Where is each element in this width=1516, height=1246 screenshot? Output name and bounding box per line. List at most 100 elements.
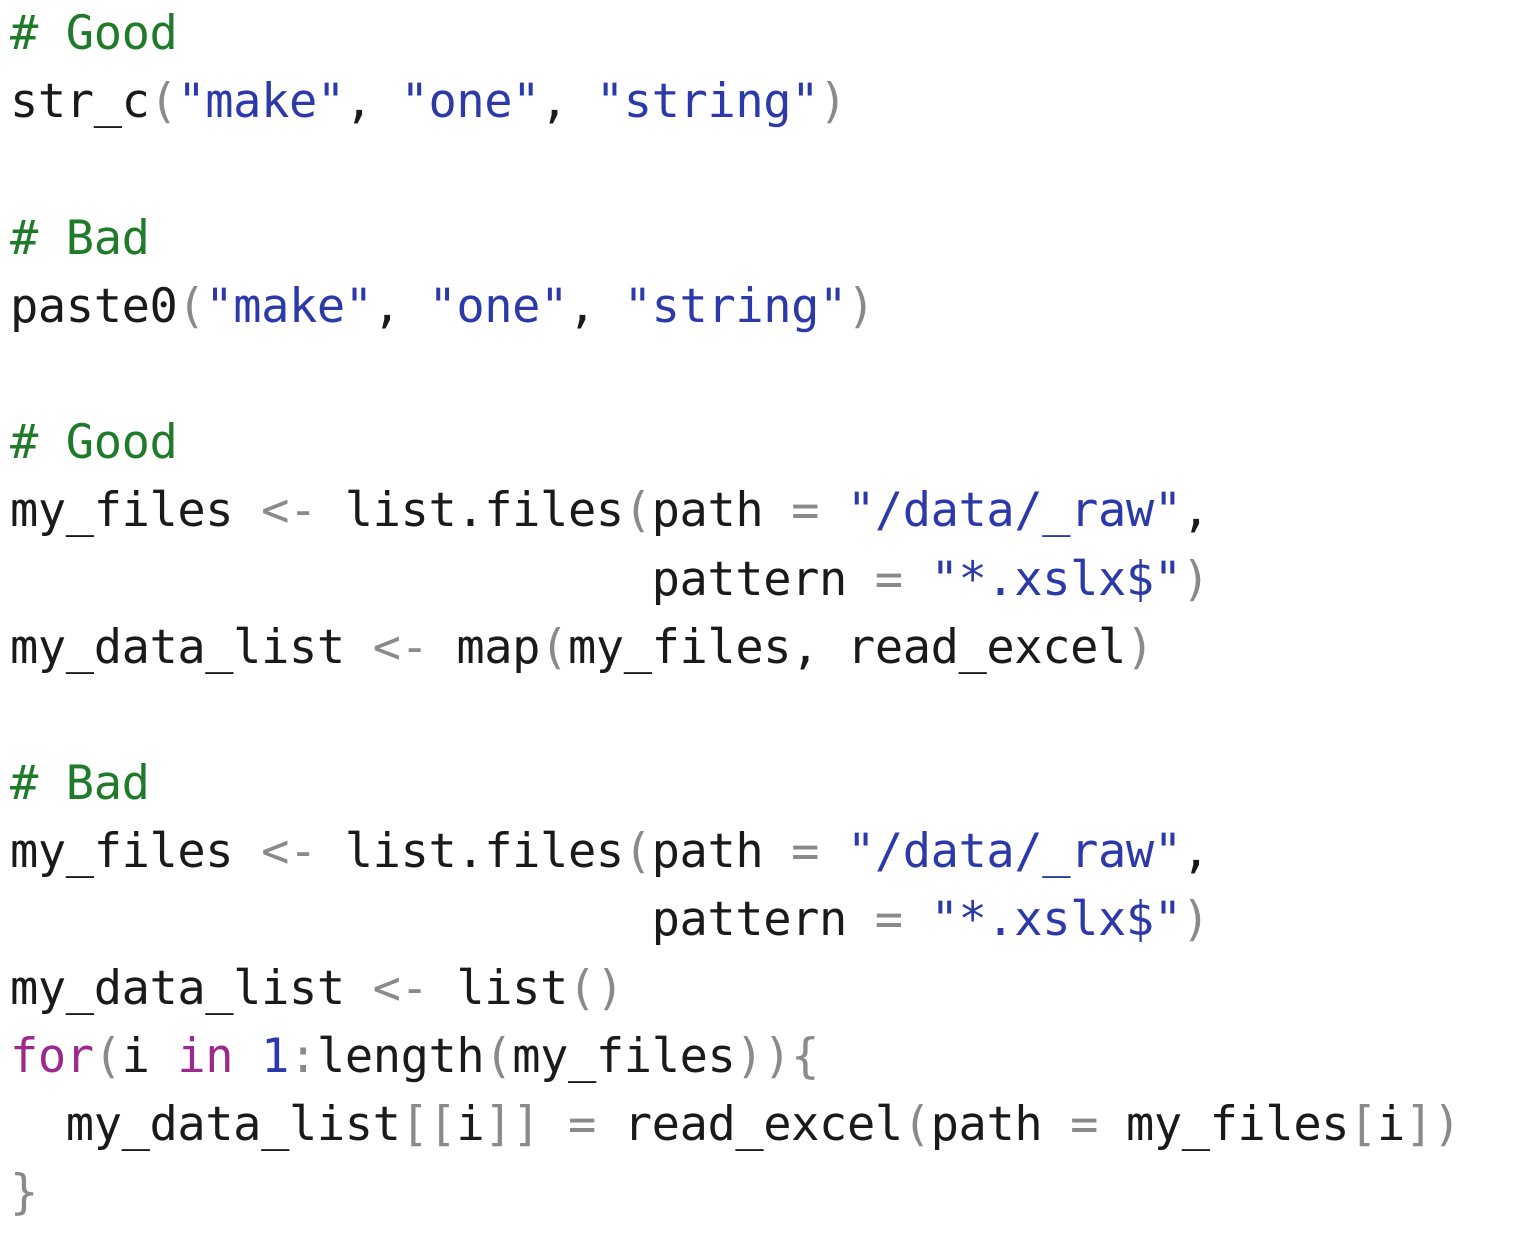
operator: ( [149, 74, 178, 130]
operator: = [1070, 1097, 1099, 1152]
operator: = [874, 551, 903, 607]
code-text: , [344, 74, 401, 130]
code-line: } [10, 1159, 1461, 1227]
code-text: , [540, 74, 596, 130]
code-text: path [651, 483, 792, 539]
code-line: pattern = "*.xslx$") [10, 886, 1461, 954]
number-literal: 1 [261, 1028, 290, 1084]
string-literal: "one" [428, 278, 568, 334]
operator: = [791, 824, 820, 880]
code-comment: # Good [10, 415, 178, 471]
string-literal: "*.xslx$" [930, 551, 1182, 607]
code-text: , [1181, 483, 1210, 539]
operator: ) [819, 74, 847, 130]
operator: ]) [1404, 1097, 1461, 1152]
operator: <- [372, 960, 429, 1016]
code-comment: # Bad [10, 210, 150, 266]
code-text: map [428, 619, 541, 675]
code-text: pattern [10, 892, 875, 948]
code-text: paste0 [10, 278, 178, 334]
code-text: , [1181, 824, 1210, 880]
operator: ( [540, 619, 568, 675]
operator: ]] [484, 1097, 541, 1152]
operator: <- [261, 824, 317, 880]
string-literal: "make" [205, 278, 373, 334]
operator: ) [1181, 892, 1210, 948]
operator: ( [177, 278, 206, 334]
operator: = [791, 483, 820, 539]
code-text: length [316, 1028, 485, 1084]
code-text: my_files [512, 1028, 736, 1084]
operator: [ [1349, 1097, 1378, 1152]
code-text: my_files [10, 483, 262, 539]
code-text: my_files [1098, 1097, 1350, 1152]
operator: <- [261, 483, 317, 539]
code-line: # Good [10, 0, 1461, 68]
code-text: , [372, 278, 429, 334]
code-line: # Bad [10, 205, 1461, 273]
code-text: list.files [316, 824, 624, 880]
operator: ) [1181, 551, 1210, 607]
string-literal: "*.xslx$" [930, 892, 1182, 948]
code-line: paste0("make", "one", "string") [10, 273, 1461, 341]
code-line: my_files <- list.files(path = "/data/_ra… [10, 818, 1461, 886]
code-text: list.files [316, 483, 624, 539]
string-literal: "string" [623, 278, 848, 334]
code-text: path [930, 1097, 1071, 1152]
operator: ( [93, 1028, 122, 1084]
code-text: read_excel [595, 1097, 903, 1152]
operator: ) [1125, 619, 1154, 675]
code-text: my_files [10, 824, 262, 880]
operator: ( [484, 1028, 513, 1084]
operator: = [874, 892, 903, 948]
code-line: my_data_list <- map(my_files, read_excel… [10, 614, 1461, 682]
code-text: i [121, 1028, 178, 1084]
code-text: my_data_list [10, 1097, 401, 1152]
operator: : [289, 1028, 317, 1084]
code-text: pattern [10, 551, 875, 607]
string-literal: "/data/_raw" [846, 824, 1182, 880]
string-literal: "make" [177, 74, 345, 130]
code-comment: # Good [10, 6, 178, 61]
keyword: for [10, 1028, 94, 1084]
operator: } [10, 1165, 38, 1221]
operator: ) [846, 278, 875, 334]
operator: = [567, 1097, 596, 1152]
keyword: in [177, 1028, 234, 1084]
code-line: # Good [10, 409, 1461, 477]
operator: )){ [735, 1028, 820, 1084]
code-text: , [567, 278, 624, 334]
code-text: my_data_list [10, 619, 373, 675]
code-line: for(i in 1:length(my_files)){ [10, 1023, 1461, 1091]
string-literal: "one" [400, 74, 541, 130]
code-text: my_files, read_excel [567, 619, 1126, 675]
code-text: list [428, 960, 568, 1016]
operator: ( [623, 824, 652, 880]
operator: <- [372, 619, 429, 675]
code-text: my_data_list [10, 960, 373, 1016]
code-line: my_data_list[[i]] = read_excel(path = my… [10, 1091, 1461, 1159]
code-line: # Bad [10, 750, 1461, 818]
operator: ( [623, 483, 652, 539]
code-line: str_c("make", "one", "string") [10, 68, 1461, 136]
code-block: # Good str_c("make", "one", "string") # Ba… [10, 0, 1461, 1227]
operator: () [567, 960, 624, 1016]
code-text: path [651, 824, 792, 880]
code-line: pattern = "*.xslx$") [10, 546, 1461, 614]
operator: ( [902, 1097, 931, 1152]
code-comment: # Bad [10, 756, 150, 812]
code-text: i [1377, 1097, 1405, 1152]
code-text: str_c [10, 74, 150, 130]
code-line: my_files <- list.files(path = "/data/_ra… [10, 477, 1461, 545]
code-line: my_data_list <- list() [10, 955, 1461, 1023]
code-text: i [456, 1097, 485, 1152]
